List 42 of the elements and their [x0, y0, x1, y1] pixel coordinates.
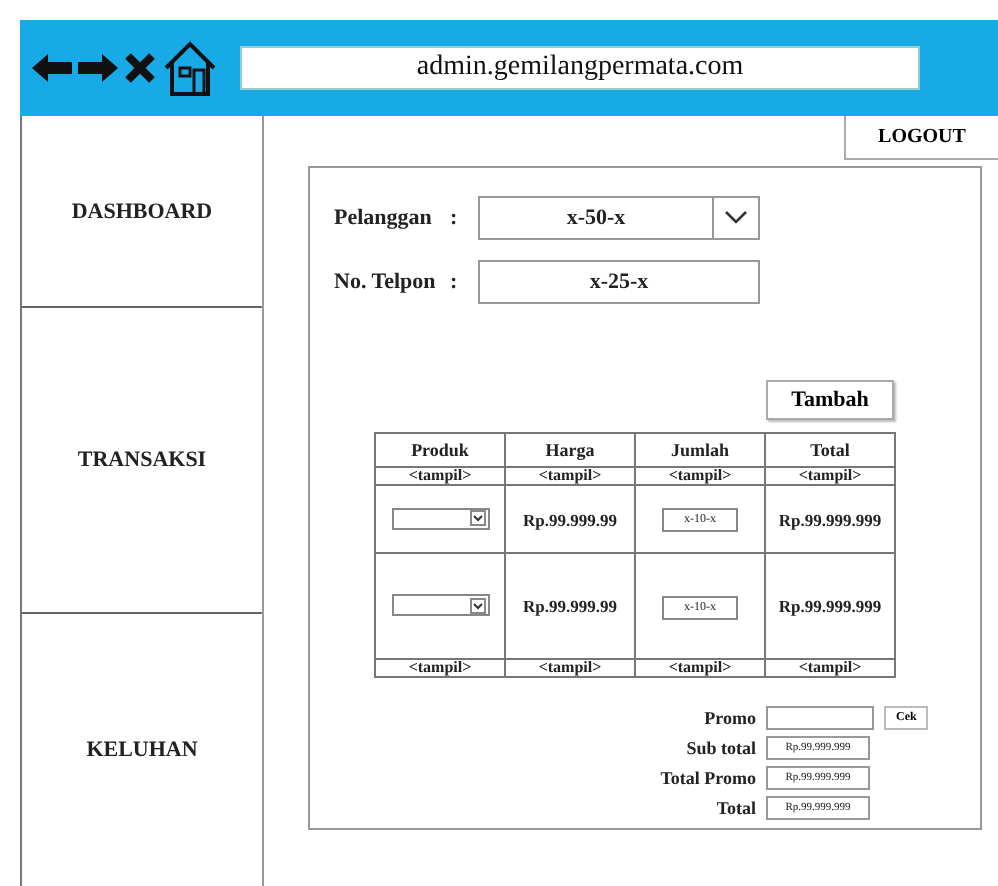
back-icon[interactable]: [32, 54, 72, 82]
table-cell: Rp.99.999.999: [765, 553, 895, 659]
column-header: Total: [765, 433, 895, 467]
summary-label: Sub total: [684, 738, 756, 758]
column-header: Jumlah: [635, 433, 765, 467]
logout-button[interactable]: LOGOUT: [844, 116, 998, 160]
table-cell: <tampil>: [635, 467, 765, 485]
product-dropdown[interactable]: [391, 594, 489, 617]
home-icon[interactable]: [162, 40, 218, 96]
product-dropdown[interactable]: [391, 507, 489, 530]
promo-label: Promo: [702, 708, 756, 728]
phone-field[interactable]: x-25-x: [478, 260, 760, 304]
sidebar-item[interactable]: KELUHAN: [22, 614, 262, 886]
summary-label: Total: [714, 798, 756, 818]
add-button[interactable]: Tambah: [766, 380, 894, 420]
table-cell: <tampil>: [765, 467, 895, 485]
table-cell: Rp.99.999.99: [505, 553, 635, 659]
customer-dropdown[interactable]: x-50-x: [478, 196, 760, 240]
column-header: Harga: [505, 433, 635, 467]
close-icon[interactable]: [124, 52, 156, 84]
promo-field[interactable]: [766, 706, 874, 730]
colon-text: :: [450, 270, 460, 294]
table-cell: <tampil>: [375, 467, 505, 485]
sidebar-item[interactable]: TRANSAKSI: [22, 308, 262, 614]
table-cell: <tampil>: [765, 659, 895, 677]
table-cell: <tampil>: [505, 467, 635, 485]
column-header: Produk: [375, 433, 505, 467]
address-field[interactable]: admin.gemilangpermata.com: [240, 46, 920, 90]
forward-icon[interactable]: [78, 54, 118, 82]
table-cell: Rp.99.999.999: [765, 485, 895, 553]
chevron-icon: [469, 597, 485, 614]
summary-label: Total Promo: [658, 768, 756, 788]
table-cell: <tampil>: [635, 659, 765, 677]
sidebar-item[interactable]: DASHBOARD: [22, 116, 262, 308]
chevron-icon: [469, 510, 485, 527]
field-label: No. Telpon: [334, 270, 438, 294]
field-label: Pelanggan: [334, 206, 434, 230]
table-cell: <tampil>: [375, 659, 505, 677]
table-cell: Rp.99.999.99: [505, 485, 635, 553]
chevron-icon: [724, 210, 748, 226]
colon-text: :: [450, 206, 460, 230]
table-cell: <tampil>: [505, 659, 635, 677]
